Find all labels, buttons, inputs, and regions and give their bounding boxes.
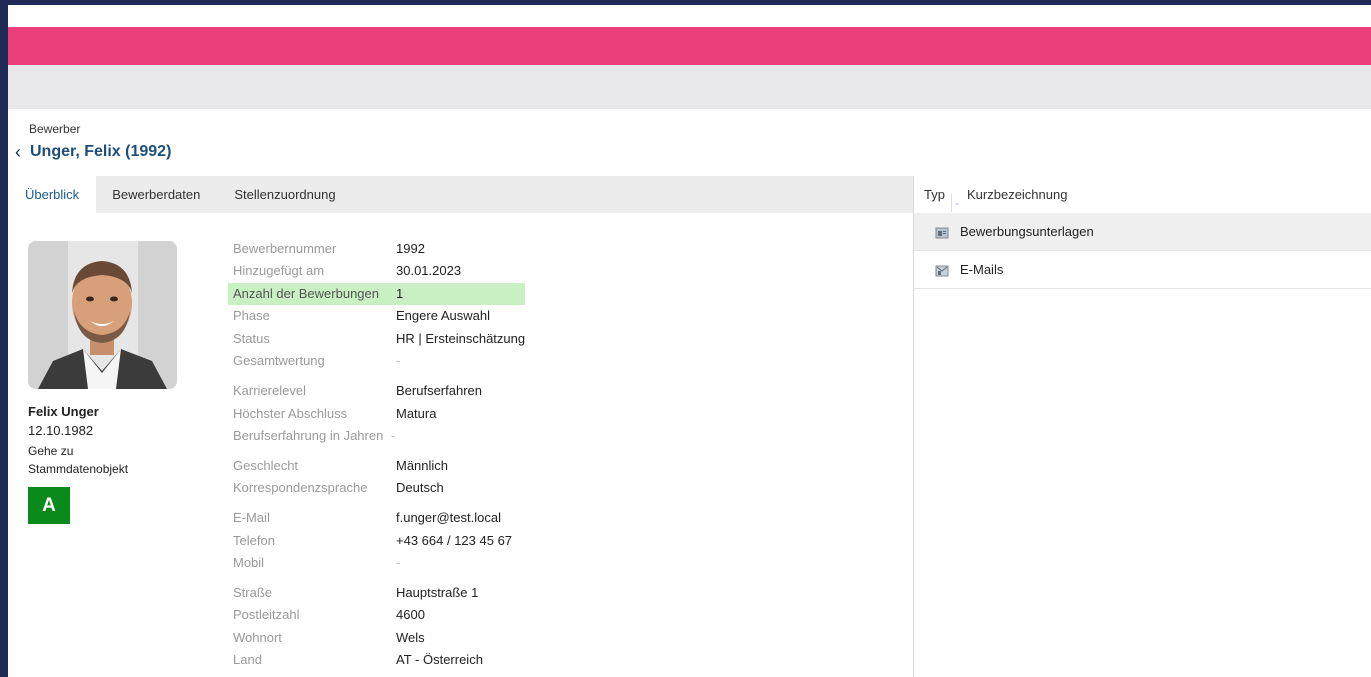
detail-label: Bewerbernummer — [233, 241, 337, 256]
detail-value: +43 664 / 123 45 67 — [396, 533, 513, 548]
detail-value: 30.01.2023 — [396, 263, 462, 278]
list-item-label: E-Mails — [960, 262, 1004, 277]
column-header-kurzbezeichnung[interactable]: Kurzbezeichnung — [967, 187, 1067, 202]
detail-row: Gesamtwertung - — [228, 350, 528, 372]
avatar — [28, 241, 177, 389]
detail-row: Phase Engere Auswahl — [228, 305, 528, 327]
detail-row: Bewerbernummer 1992 — [228, 238, 528, 260]
detail-row: Postleitzahl 4600 — [228, 604, 528, 626]
app-window: Bewerber ‹ Unger, Felix (1992) Überblick… — [8, 5, 1371, 677]
detail-label: Status — [233, 331, 270, 346]
title-row: ‹ Unger, Felix (1992) — [10, 143, 171, 161]
detail-value: - — [396, 353, 401, 368]
detail-label: Land — [233, 652, 262, 667]
detail-label: Mobil — [233, 555, 265, 570]
detail-value: Männlich — [396, 458, 449, 473]
detail-row: Korrespondenzsprache Deutsch — [228, 477, 528, 499]
avatar-photo-icon — [28, 241, 177, 389]
detail-row: Mobil - — [228, 552, 528, 574]
detail-label: Wohnort — [233, 630, 282, 645]
detail-label: Anzahl der Bewerbungen — [233, 286, 379, 301]
detail-value: f.unger@test.local — [396, 510, 501, 525]
detail-row: Land AT - Österreich — [228, 649, 528, 671]
list-item-emails[interactable]: E-Mails — [914, 251, 1371, 289]
rating-badge: A — [28, 487, 70, 524]
detail-label: Geschlecht — [233, 458, 299, 473]
detail-value: - — [396, 555, 401, 570]
page-title: Unger, Felix (1992) — [30, 143, 172, 160]
detail-label: Hinzugefügt am — [233, 263, 325, 278]
detail-row: Karrierelevel Berufserfahren — [228, 380, 528, 402]
toolbar-bar — [8, 65, 1371, 109]
detail-value: Berufserfahren — [396, 383, 482, 398]
detail-value: Hauptstraße 1 — [396, 585, 479, 600]
detail-value: AT - Österreich — [396, 652, 483, 667]
list-item-bewerbungsunterlagen[interactable]: Bewerbungsunterlagen — [914, 213, 1371, 251]
detail-value: Wels — [396, 630, 425, 645]
detail-label: Gesamtwertung — [233, 353, 325, 368]
accent-header-bar — [8, 27, 1371, 65]
detail-label: Postleitzahl — [233, 607, 300, 622]
tab-bewerberdaten[interactable]: Bewerberdaten — [96, 176, 217, 213]
detail-label: Karrierelevel — [233, 383, 306, 398]
detail-row: Status HR | Ersteinschätzung — [228, 328, 528, 350]
detail-value: Deutsch — [396, 480, 444, 495]
detail-label: Berufserfahrung in Jahren — [233, 428, 384, 443]
detail-label: Straße — [233, 585, 273, 600]
detail-row: Geschlecht Männlich — [228, 455, 528, 477]
sort-indicator-icon[interactable]: ⌄ — [951, 194, 962, 212]
person-name: Felix Unger — [28, 404, 99, 419]
detail-row: Höchster Abschluss Matura — [228, 403, 528, 425]
breadcrumb: Bewerber — [29, 122, 81, 136]
detail-value: - — [391, 428, 396, 443]
detail-value: Engere Auswahl — [396, 308, 490, 323]
detail-row: Telefon +43 664 / 123 45 67 — [228, 530, 528, 552]
person-birthdate: 12.10.1982 — [28, 423, 94, 438]
detail-label: E-Mail — [233, 510, 270, 525]
detail-row: Berufserfahrung in Jahren - — [228, 425, 528, 447]
column-header-typ[interactable]: Typ — [924, 187, 945, 202]
list-item-label: Bewerbungsunterlagen — [960, 224, 1094, 239]
tab-ueberblick[interactable]: Überblick — [8, 176, 97, 213]
detail-row: Hinzugefügt am 30.01.2023 — [228, 260, 528, 282]
tab-stellenzuordnung[interactable]: Stellenzuordnung — [217, 176, 352, 213]
detail-row: Straße Hauptstraße 1 — [228, 582, 528, 604]
detail-row: E-Mail f.unger@test.local — [228, 507, 528, 529]
mail-folder-icon — [935, 265, 949, 277]
detail-row-highlighted: Anzahl der Bewerbungen 1 — [228, 283, 525, 305]
tab-bar: Überblick Bewerberdaten Stellenzuordnung — [8, 176, 913, 213]
detail-value: 4600 — [396, 607, 425, 622]
detail-value: Matura — [396, 406, 437, 421]
detail-label: Korrespondenzsprache — [233, 480, 368, 495]
detail-value: 1 — [396, 286, 404, 301]
goto-masterdata-link[interactable]: Gehe zu Stammdatenobjekt — [28, 442, 148, 478]
document-folder-icon — [935, 227, 949, 239]
document-list-header: Typ ⌄ Kurzbezeichnung — [914, 176, 1371, 214]
detail-label: Höchster Abschluss — [233, 406, 348, 421]
detail-value: HR | Ersteinschätzung — [396, 331, 526, 346]
detail-row: Wohnort Wels — [228, 627, 528, 649]
detail-label: Telefon — [233, 533, 275, 548]
back-chevron-icon[interactable]: ‹ — [10, 143, 26, 161]
detail-value: 1992 — [396, 241, 425, 256]
top-spacer — [8, 5, 1371, 27]
detail-label: Phase — [233, 308, 270, 323]
